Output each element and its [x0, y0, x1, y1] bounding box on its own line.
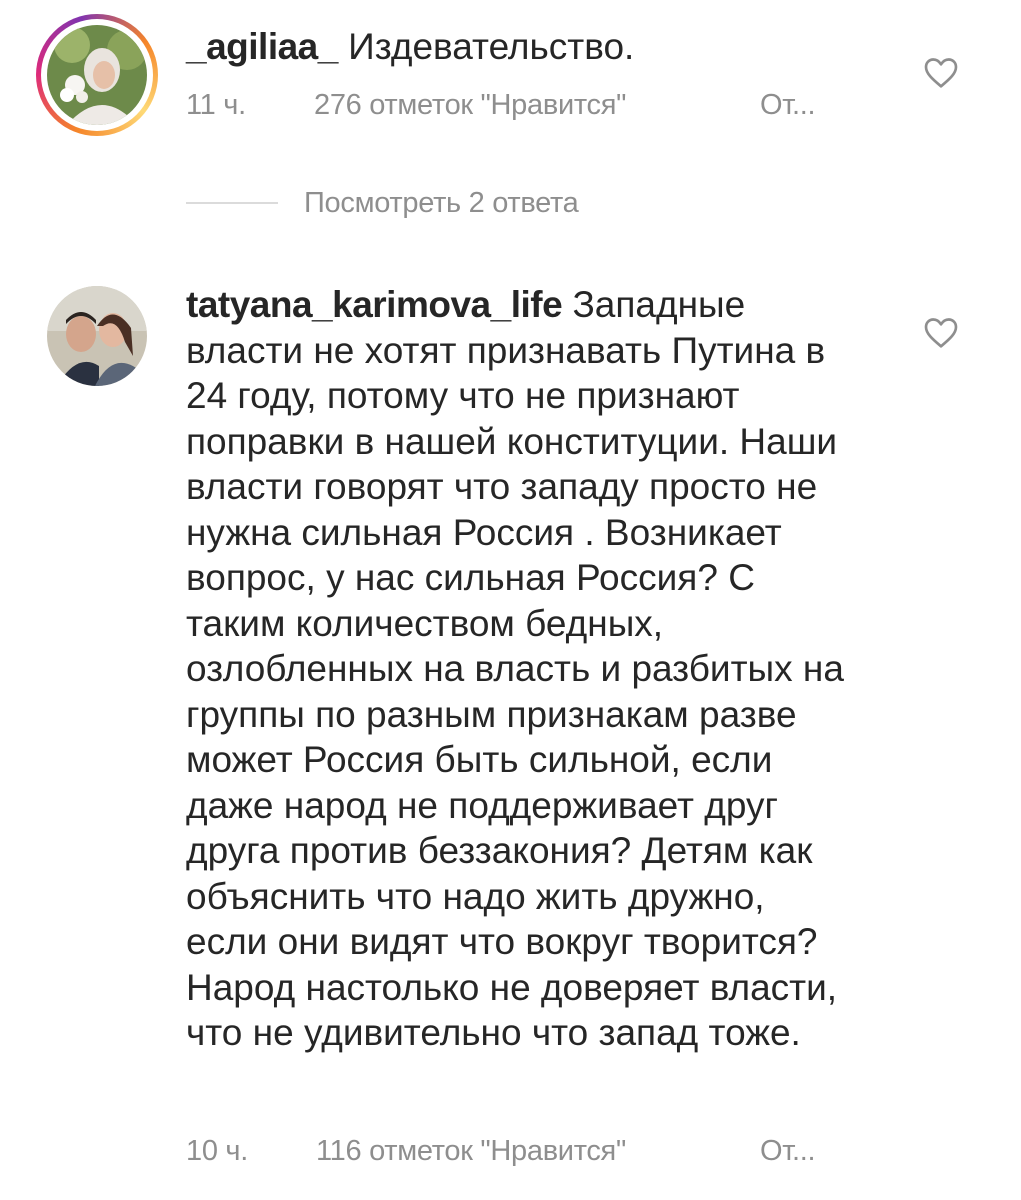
like-button[interactable] — [921, 312, 961, 352]
heart-outline-icon — [924, 58, 958, 88]
avatar-image — [47, 25, 147, 125]
view-replies-label: Посмотреть 2 ответа — [304, 186, 579, 219]
comment-text: Западные власти не хотят признавать Пути… — [186, 284, 844, 1053]
avatar-image — [47, 286, 147, 386]
comment-text: Издевательство. — [348, 26, 635, 67]
reply-button[interactable]: От... — [760, 1135, 816, 1168]
comment-time: 10 ч. — [186, 1135, 248, 1167]
avatar — [47, 25, 147, 125]
comment-item: _agiliaa_ Издевательство. 11 ч. 276 отме… — [0, 0, 1021, 240]
heart-outline-icon — [924, 318, 958, 348]
comment-username[interactable]: tatyana_karimova_life — [186, 284, 563, 325]
comment-username[interactable]: _agiliaa_ — [186, 26, 338, 67]
like-button[interactable] — [921, 52, 961, 92]
comment-time: 11 ч. — [186, 89, 246, 121]
comment-body: tatyana_karimova_life Западные власти не… — [186, 282, 854, 1056]
comment-body: _agiliaa_ Издевательство. — [186, 24, 866, 70]
replies-divider — [186, 202, 278, 204]
story-ring[interactable] — [36, 14, 158, 136]
comment-item: tatyana_karimova_life Западные власти не… — [0, 260, 1021, 1200]
likes-count-link[interactable]: 276 отметок "Нравится" — [314, 89, 626, 122]
avatar[interactable] — [47, 286, 147, 386]
likes-count-link[interactable]: 116 отметок "Нравится" — [316, 1135, 626, 1168]
view-replies-button[interactable]: Посмотреть 2 ответа — [186, 183, 579, 223]
reply-button[interactable]: От... — [760, 89, 816, 122]
